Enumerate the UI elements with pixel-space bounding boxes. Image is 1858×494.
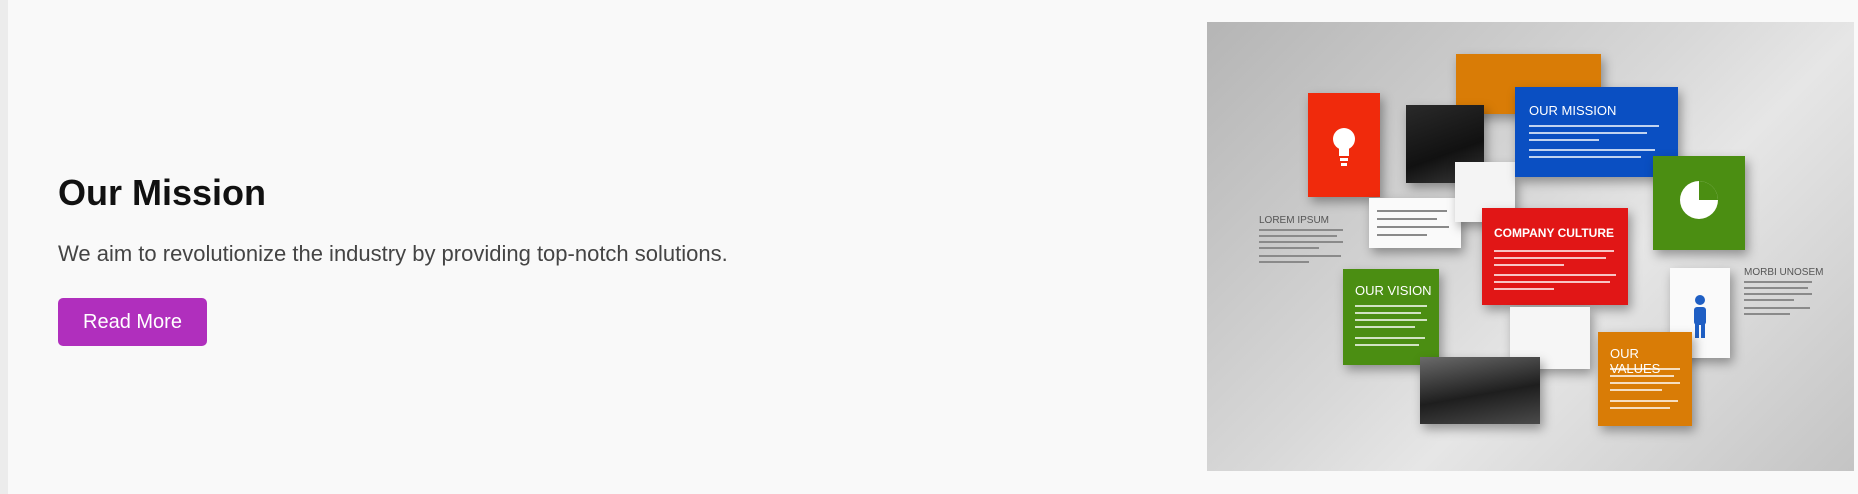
values-card: OUR VALUES (1598, 332, 1692, 426)
pie-chart-icon (1680, 181, 1718, 219)
white-card-left (1369, 198, 1461, 248)
section-title: Our Mission (58, 172, 267, 213)
company-infographic-image: OUR MISSION COMPANY CULTURE LOREM IPSUM … (1207, 22, 1854, 471)
values-card-title: OUR VALUES (1610, 346, 1661, 376)
mission-card-title: OUR MISSION (1529, 103, 1617, 118)
mission-text-column: Our Mission We aim to revolutionize the … (58, 0, 958, 494)
vision-card-title: OUR VISION (1355, 283, 1432, 298)
side-label-left: LOREM IPSUM (1259, 215, 1330, 226)
read-more-button[interactable]: Read More (58, 298, 207, 346)
photo-tile-bottom (1420, 357, 1540, 424)
page-left-strip (0, 0, 8, 494)
section-description: We aim to revolutionize the industry by … (58, 241, 728, 266)
lightbulb-icon (1333, 128, 1355, 166)
side-label-right: MORBI UNOSEM (1744, 267, 1824, 278)
vision-card: OUR VISION (1343, 269, 1439, 365)
pie-chart-card (1653, 156, 1745, 250)
company-culture-card-title: COMPANY CULTURE (1494, 226, 1614, 240)
lightbulb-card (1308, 93, 1380, 197)
company-culture-card: COMPANY CULTURE (1482, 208, 1628, 305)
